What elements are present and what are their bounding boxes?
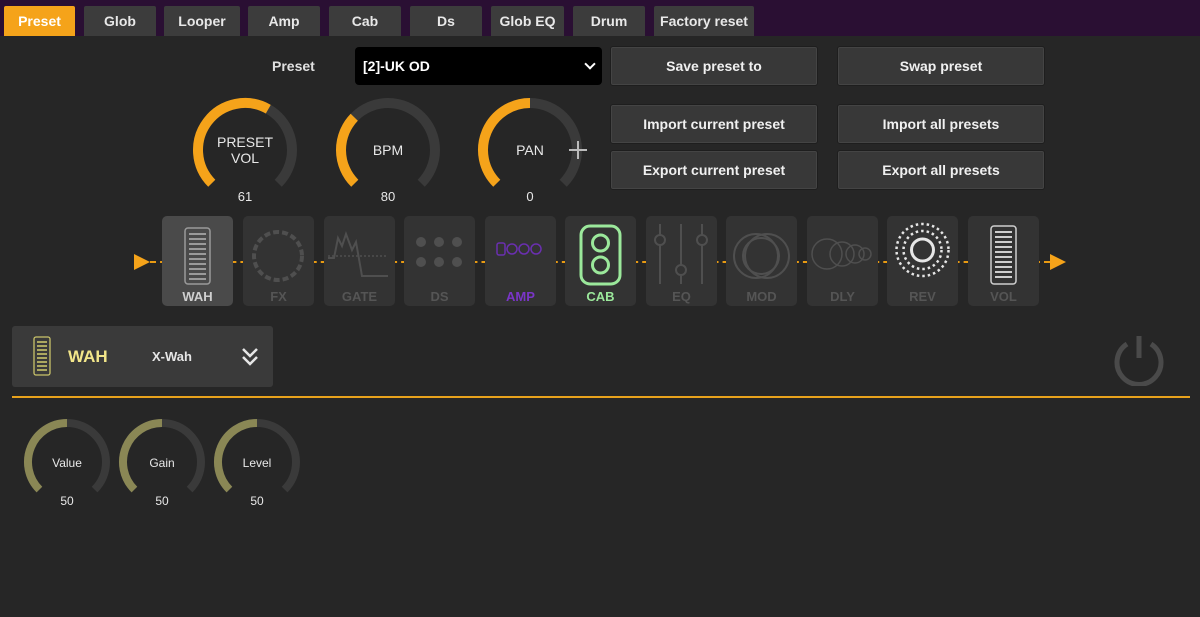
module-header: WAH X-Wah xyxy=(12,326,273,387)
export-all-presets-button[interactable]: Export all presets xyxy=(837,150,1045,190)
chain-block-label: FX xyxy=(270,289,287,304)
chain-block-dly[interactable]: DLY xyxy=(807,216,878,306)
param-value: 50 xyxy=(155,494,169,508)
bpm-knob[interactable]: BPM 80 xyxy=(335,97,441,204)
preset-vol-value: 61 xyxy=(237,189,253,204)
power-icon[interactable] xyxy=(1110,332,1168,386)
chain-block-label: VOL xyxy=(990,289,1017,304)
chain-block-label: EQ xyxy=(672,289,691,304)
chain-block-label: DS xyxy=(430,289,449,304)
pan-value: 0 xyxy=(526,189,534,204)
preset-label: Preset xyxy=(272,58,315,74)
preset-select[interactable]: [2]-UK OD xyxy=(355,47,602,85)
param-knob-value[interactable]: Value 50 xyxy=(23,418,111,508)
overlapping-circles-icon xyxy=(733,233,790,279)
bpm-value: 80 xyxy=(380,189,396,204)
tab-glob[interactable]: Glob xyxy=(84,6,156,36)
chain-block-label: MOD xyxy=(746,289,777,304)
chain-block-label: CAB xyxy=(586,289,615,304)
amp-knobs-icon xyxy=(496,242,542,256)
preset-vol-label-line1: PRESET xyxy=(216,134,273,150)
wah-pedal-icon xyxy=(33,336,51,376)
gate-curve-icon xyxy=(328,231,388,277)
echo-circles-icon xyxy=(811,238,872,270)
chain-block-eq[interactable]: EQ xyxy=(646,216,717,306)
tab-factory-reset[interactable]: Factory reset xyxy=(654,6,754,36)
chain-block-label: GATE xyxy=(341,289,378,304)
module-title: WAH xyxy=(68,347,108,366)
import-current-preset-button[interactable]: Import current preset xyxy=(610,104,818,144)
chain-block-fx[interactable]: FX xyxy=(243,216,314,306)
chain-block-mod[interactable]: MOD xyxy=(726,216,797,306)
chain-block-vol[interactable]: VOL xyxy=(968,216,1039,306)
preset-vol-knob[interactable]: PRESET VOL 61 xyxy=(192,97,298,204)
tab-looper[interactable]: Looper xyxy=(164,6,240,36)
chain-block-rev[interactable]: REV xyxy=(887,216,958,306)
chain-block-label: DLY xyxy=(830,289,855,304)
pan-label: PAN xyxy=(516,142,544,158)
dots-grid-icon xyxy=(416,237,462,267)
preset-vol-label-line2: VOL xyxy=(230,150,259,166)
chevron-down-icon xyxy=(584,58,596,70)
param-value: 50 xyxy=(60,494,74,508)
wah-pedal-icon xyxy=(184,227,211,285)
pan-knob[interactable]: PAN 0 xyxy=(477,97,583,204)
volume-pedal-icon xyxy=(990,225,1017,285)
module-divider xyxy=(12,396,1190,398)
module-model[interactable]: X-Wah xyxy=(152,349,192,364)
param-knob-gain[interactable]: Gain 50 xyxy=(118,418,206,508)
chain-input-arrow-icon xyxy=(134,254,150,270)
param-value: 50 xyxy=(250,494,264,508)
bpm-label: BPM xyxy=(372,142,404,158)
chain-block-label: AMP xyxy=(506,289,535,304)
preset-select-value: [2]-UK OD xyxy=(363,58,430,74)
export-current-preset-button[interactable]: Export current preset xyxy=(610,150,818,190)
tab-bar: Preset Glob Looper Amp Cab Ds Glob EQ Dr… xyxy=(0,0,1200,36)
chain-block-ds[interactable]: DS xyxy=(404,216,475,306)
param-label: Gain xyxy=(149,456,175,470)
chain-output-arrow-icon xyxy=(1050,254,1066,270)
save-preset-to-button[interactable]: Save preset to xyxy=(610,46,818,86)
param-knob-level[interactable]: Level 50 xyxy=(213,418,301,508)
param-label: Level xyxy=(242,456,272,470)
tab-ds[interactable]: Ds xyxy=(410,6,482,36)
tab-drum[interactable]: Drum xyxy=(573,6,645,36)
import-all-presets-button[interactable]: Import all presets xyxy=(837,104,1045,144)
reverb-rings-icon xyxy=(895,222,950,278)
plus-icon-vertical xyxy=(577,141,579,159)
swap-preset-button[interactable]: Swap preset xyxy=(837,46,1045,86)
chain-block-amp[interactable]: AMP xyxy=(485,216,556,306)
chain-block-label: WAH xyxy=(182,289,213,304)
double-chevron-down-icon[interactable] xyxy=(241,347,259,367)
chain-block-cab[interactable]: CAB xyxy=(565,216,636,306)
gear-circle-icon xyxy=(252,230,304,282)
chain-block-gate[interactable]: GATE xyxy=(324,216,395,306)
speaker-cab-icon xyxy=(579,224,622,286)
tab-glob-eq[interactable]: Glob EQ xyxy=(491,6,564,36)
chain-block-label: REV xyxy=(909,289,936,304)
eq-sliders-icon xyxy=(654,224,708,284)
chain-block-wah[interactable]: WAH xyxy=(162,216,233,306)
param-label: Value xyxy=(52,456,82,470)
tab-amp[interactable]: Amp xyxy=(248,6,320,36)
tab-preset[interactable]: Preset xyxy=(4,6,75,36)
tab-cab[interactable]: Cab xyxy=(329,6,401,36)
